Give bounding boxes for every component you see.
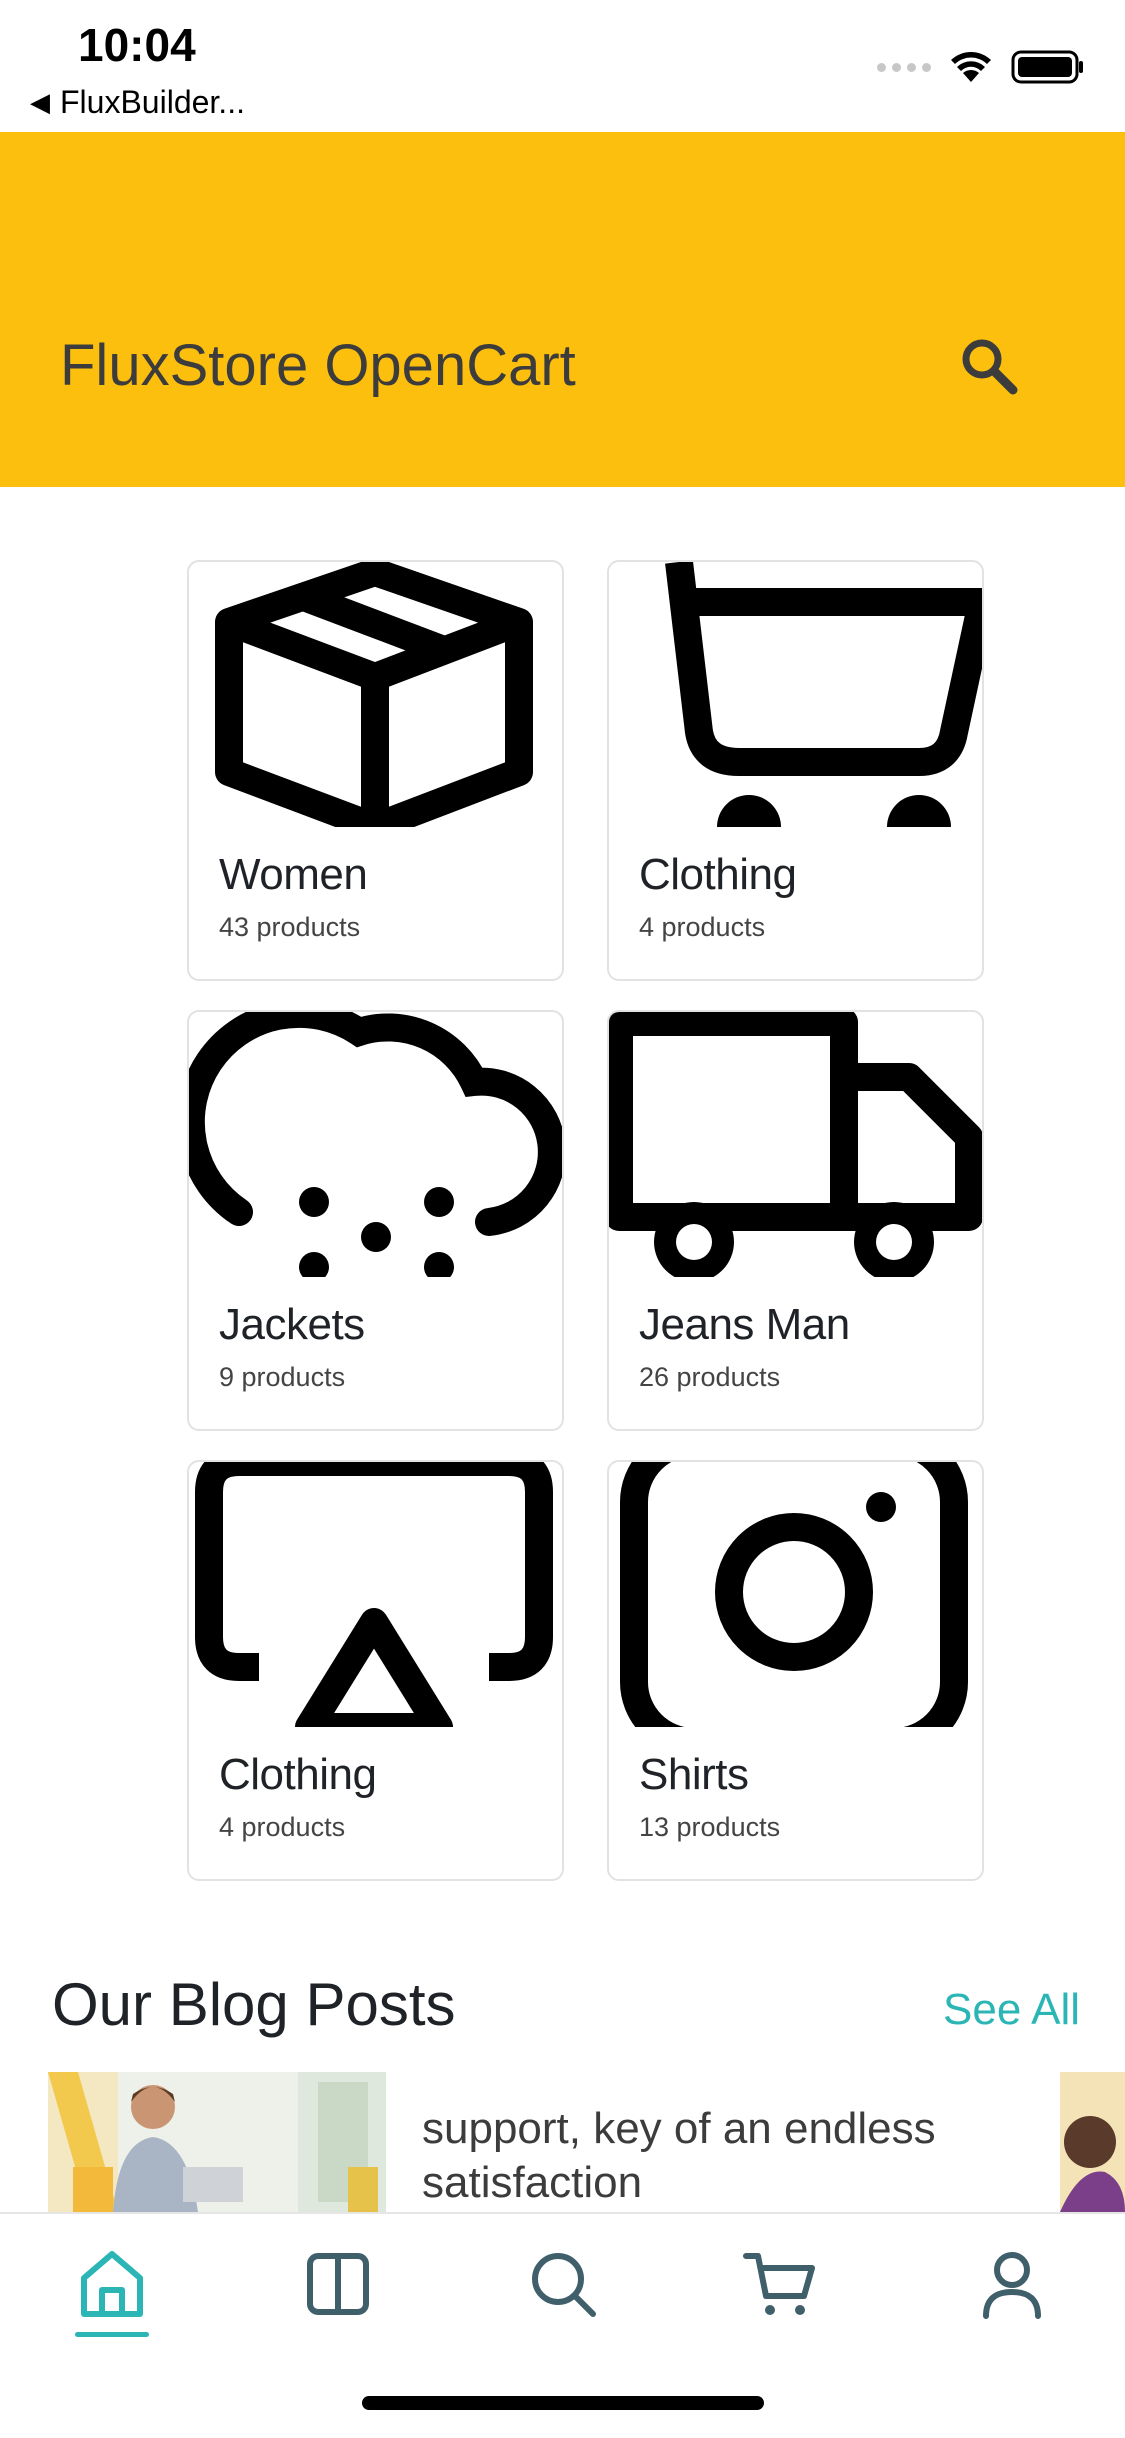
category-count: 26 products — [639, 1362, 781, 1392]
blog-post-title[interactable]: support, key of an endless satisfaction — [422, 2102, 982, 2210]
category-card-jeans-man[interactable]: Jeans Man 26 products — [607, 1010, 984, 1431]
home-icon[interactable] — [72, 2244, 152, 2324]
category-card-clothing-2[interactable]: Clothing 4 products — [187, 1460, 564, 1881]
see-all-link[interactable]: See All — [943, 1985, 1080, 2035]
bottom-navigation — [0, 2212, 1125, 2438]
cart-icon[interactable] — [740, 2244, 820, 2324]
blog-post-thumbnail[interactable] — [48, 2072, 386, 2212]
category-count: 4 products — [219, 1812, 346, 1842]
category-count: 13 products — [639, 1812, 781, 1842]
back-app-label: FluxBuilder... — [60, 84, 245, 120]
battery-icon — [1011, 50, 1083, 84]
blog-section-title: Our Blog Posts — [52, 1971, 456, 2038]
category-name: Shirts — [639, 1750, 749, 1799]
status-indicators — [877, 50, 1085, 84]
category-count: 43 products — [219, 912, 361, 942]
blog-image — [48, 2072, 386, 2212]
category-name: Jackets — [219, 1300, 365, 1349]
active-tab-indicator — [75, 2332, 149, 2337]
shopping-cart-icon — [665, 562, 982, 827]
blog-image-next — [1060, 2072, 1125, 2212]
home-indicator — [362, 2396, 764, 2410]
wifi-icon — [951, 52, 991, 82]
status-bar: 10:04 ◀ FluxBuilder... — [0, 0, 1125, 132]
search-icon[interactable] — [955, 332, 1025, 402]
cloud-snow-icon — [189, 1012, 562, 1277]
category-card-clothing[interactable]: Clothing 4 products — [607, 560, 984, 981]
truck-icon — [609, 1012, 982, 1277]
category-card-women[interactable]: Women 43 products — [187, 560, 564, 981]
category-card-shirts[interactable]: Shirts 13 products — [607, 1460, 984, 1881]
app-bar: FluxStore OpenCart — [0, 132, 1125, 487]
category-name: Women — [219, 850, 368, 899]
category-name: Clothing — [219, 1750, 377, 1799]
category-name: Clothing — [639, 850, 797, 899]
cellular-signal-icon — [877, 62, 931, 72]
columns-icon[interactable] — [298, 2244, 378, 2324]
app-title: FluxStore OpenCart — [60, 333, 576, 398]
category-count: 4 products — [639, 912, 766, 942]
back-to-app-link[interactable]: ◀ FluxBuilder... — [30, 84, 245, 121]
blog-post-thumbnail-next[interactable] — [1060, 2072, 1125, 2212]
instagram-camera-icon — [620, 1462, 968, 1727]
user-icon[interactable] — [972, 2244, 1052, 2324]
airplay-icon — [195, 1462, 553, 1727]
category-name: Jeans Man — [639, 1300, 850, 1349]
search-tab-icon[interactable] — [523, 2244, 603, 2324]
category-count: 9 products — [219, 1362, 346, 1392]
package-box-icon — [215, 562, 533, 827]
status-time: 10:04 — [78, 19, 196, 71]
back-triangle-icon: ◀ — [30, 87, 50, 117]
category-card-jackets[interactable]: Jackets 9 products — [187, 1010, 564, 1431]
